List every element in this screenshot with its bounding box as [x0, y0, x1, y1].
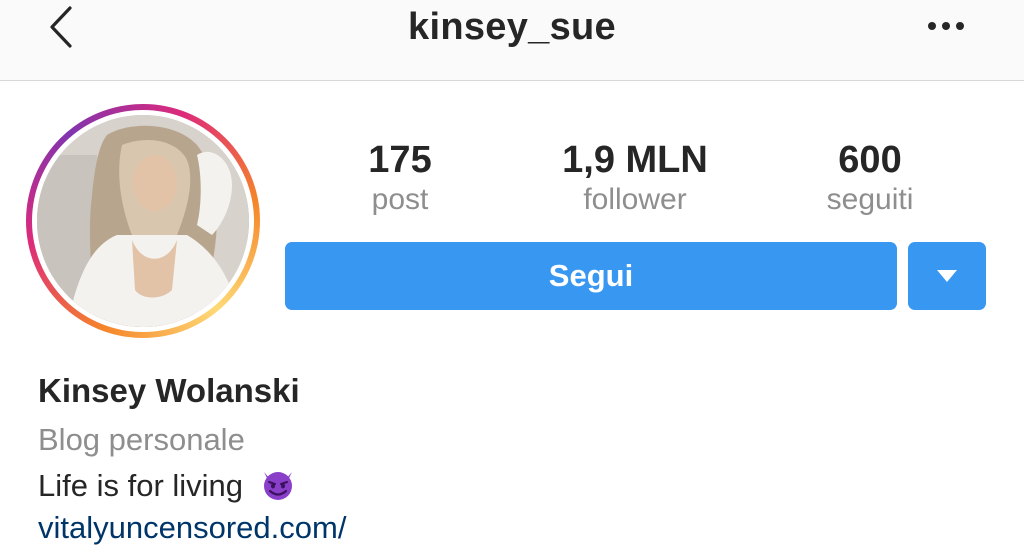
- profile-full-name: Kinsey Wolanski: [38, 372, 300, 409]
- avatar-story-ring[interactable]: [26, 104, 260, 338]
- posts-label: post: [371, 183, 429, 216]
- stat-followers[interactable]: 1,9 MLN follower: [535, 138, 735, 218]
- posts-count: 175: [368, 139, 432, 181]
- more-dot: [956, 22, 964, 30]
- following-count: 600: [838, 139, 902, 181]
- smiling-devil-emoji: [263, 472, 292, 500]
- more-dot: [942, 22, 950, 30]
- more-horizontal-icon: [928, 22, 936, 30]
- profile-website-link[interactable]: vitalyuncensored.com/: [38, 510, 346, 546]
- page-title-username: kinsey_sue: [408, 6, 616, 48]
- avatar-frame: [32, 110, 254, 332]
- profile-category: Blog personale: [38, 422, 245, 457]
- stat-posts[interactable]: 175 post: [300, 138, 500, 218]
- follow-button[interactable]: Segui: [285, 242, 897, 310]
- profile-bio: Life is for living: [38, 466, 296, 504]
- stat-following[interactable]: 600 seguiti: [770, 138, 970, 218]
- triangle-down-icon: [937, 270, 957, 282]
- avatar: [37, 115, 249, 327]
- more-options-button[interactable]: [926, 18, 966, 34]
- following-label: seguiti: [826, 183, 914, 216]
- bio-text: Life is for living: [38, 468, 244, 503]
- top-nav-bar: kinsey_sue: [0, 0, 1024, 81]
- profile-photo: [37, 115, 249, 327]
- suggestions-dropdown-button[interactable]: [908, 242, 986, 310]
- followers-label: follower: [583, 183, 687, 216]
- followers-count: 1,9 MLN: [562, 139, 708, 181]
